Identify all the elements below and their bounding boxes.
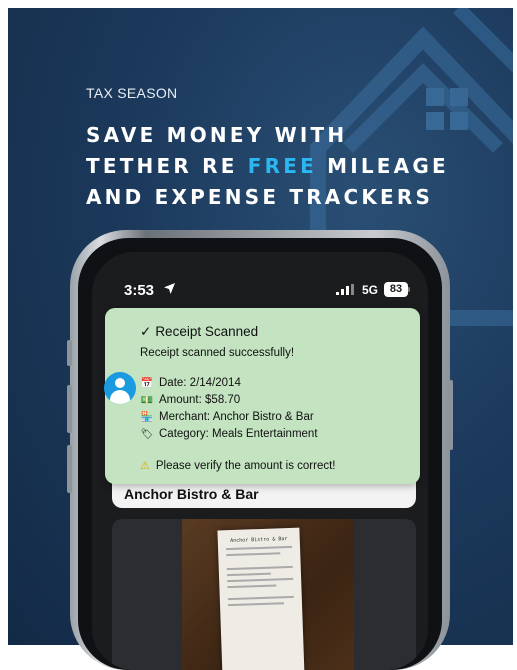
receipt-header: Anchor Bistro & Bar	[230, 536, 288, 545]
tag-icon: 🏷	[140, 428, 154, 440]
detail-category-text: Category: Meals Entertainment	[159, 428, 318, 440]
receipt-paper: Anchor Bistro & Bar	[217, 527, 305, 670]
receipt-image-card[interactable]: Anchor Bistro & Bar	[112, 519, 416, 670]
avatar[interactable]	[104, 372, 136, 404]
transaction-merchant-title: Anchor Bistro & Bar	[124, 486, 259, 502]
detail-category: 🏷 Category: Meals Entertainment	[140, 428, 318, 440]
receipt-scanned-toast[interactable]: ✓ Receipt Scanned Receipt scanned success…	[105, 308, 420, 484]
detail-amount-text: Amount: $58.70	[159, 394, 241, 406]
store-icon: 🏪	[140, 411, 154, 423]
detail-merchant-text: Merchant: Anchor Bistro & Bar	[159, 411, 314, 423]
location-arrow-icon	[164, 283, 175, 294]
headline-line-3: AND EXPENSE TRACKERS	[86, 185, 434, 209]
headline-line-1: SAVE MONEY WITH	[86, 123, 348, 147]
toast-message: Receipt scanned successfully!	[140, 347, 295, 359]
toast-title: ✓ Receipt Scanned	[140, 324, 258, 340]
battery-indicator: 83	[384, 282, 408, 297]
power-button	[448, 380, 453, 450]
eyebrow-text: TAX SEASON	[86, 85, 178, 101]
status-time: 3:53	[124, 282, 155, 299]
signal-bars-icon	[336, 284, 354, 295]
detail-merchant: 🏪 Merchant: Anchor Bistro & Bar	[140, 411, 314, 423]
detail-date: 📅 Date: 2/14/2014	[140, 377, 241, 389]
detail-date-text: Date: 2/14/2014	[159, 377, 241, 389]
volume-down-button	[67, 445, 72, 493]
warning-icon: ⚠	[140, 460, 150, 472]
toast-title-text: Receipt Scanned	[155, 324, 259, 339]
avatar-head	[115, 378, 125, 388]
status-bar: 3:53 5G 83	[92, 252, 428, 312]
headline-text: MILEAGE	[316, 154, 449, 178]
checkmark-icon: ✓	[140, 324, 152, 339]
toast-warning: ⚠ Please verify the amount is correct!	[140, 459, 336, 473]
mute-switch	[67, 340, 72, 366]
headline-text: TETHER RE	[86, 154, 248, 178]
network-type: 5G	[362, 283, 379, 297]
receipt-photo: Anchor Bistro & Bar	[182, 519, 354, 670]
headline: SAVE MONEY WITH TETHER RE FREE MILEAGE A…	[86, 120, 506, 213]
calendar-icon: 📅	[140, 377, 154, 389]
battery-nub	[408, 287, 410, 292]
avatar-body	[110, 390, 130, 404]
headline-line-2: TETHER RE FREE MILEAGE	[86, 151, 506, 182]
headline-accent: FREE	[247, 154, 317, 178]
toast-warning-text: Please verify the amount is correct!	[155, 459, 336, 472]
detail-amount: 💵 Amount: $58.70	[140, 394, 240, 406]
money-icon: 💵	[140, 394, 154, 406]
volume-up-button	[67, 385, 72, 433]
